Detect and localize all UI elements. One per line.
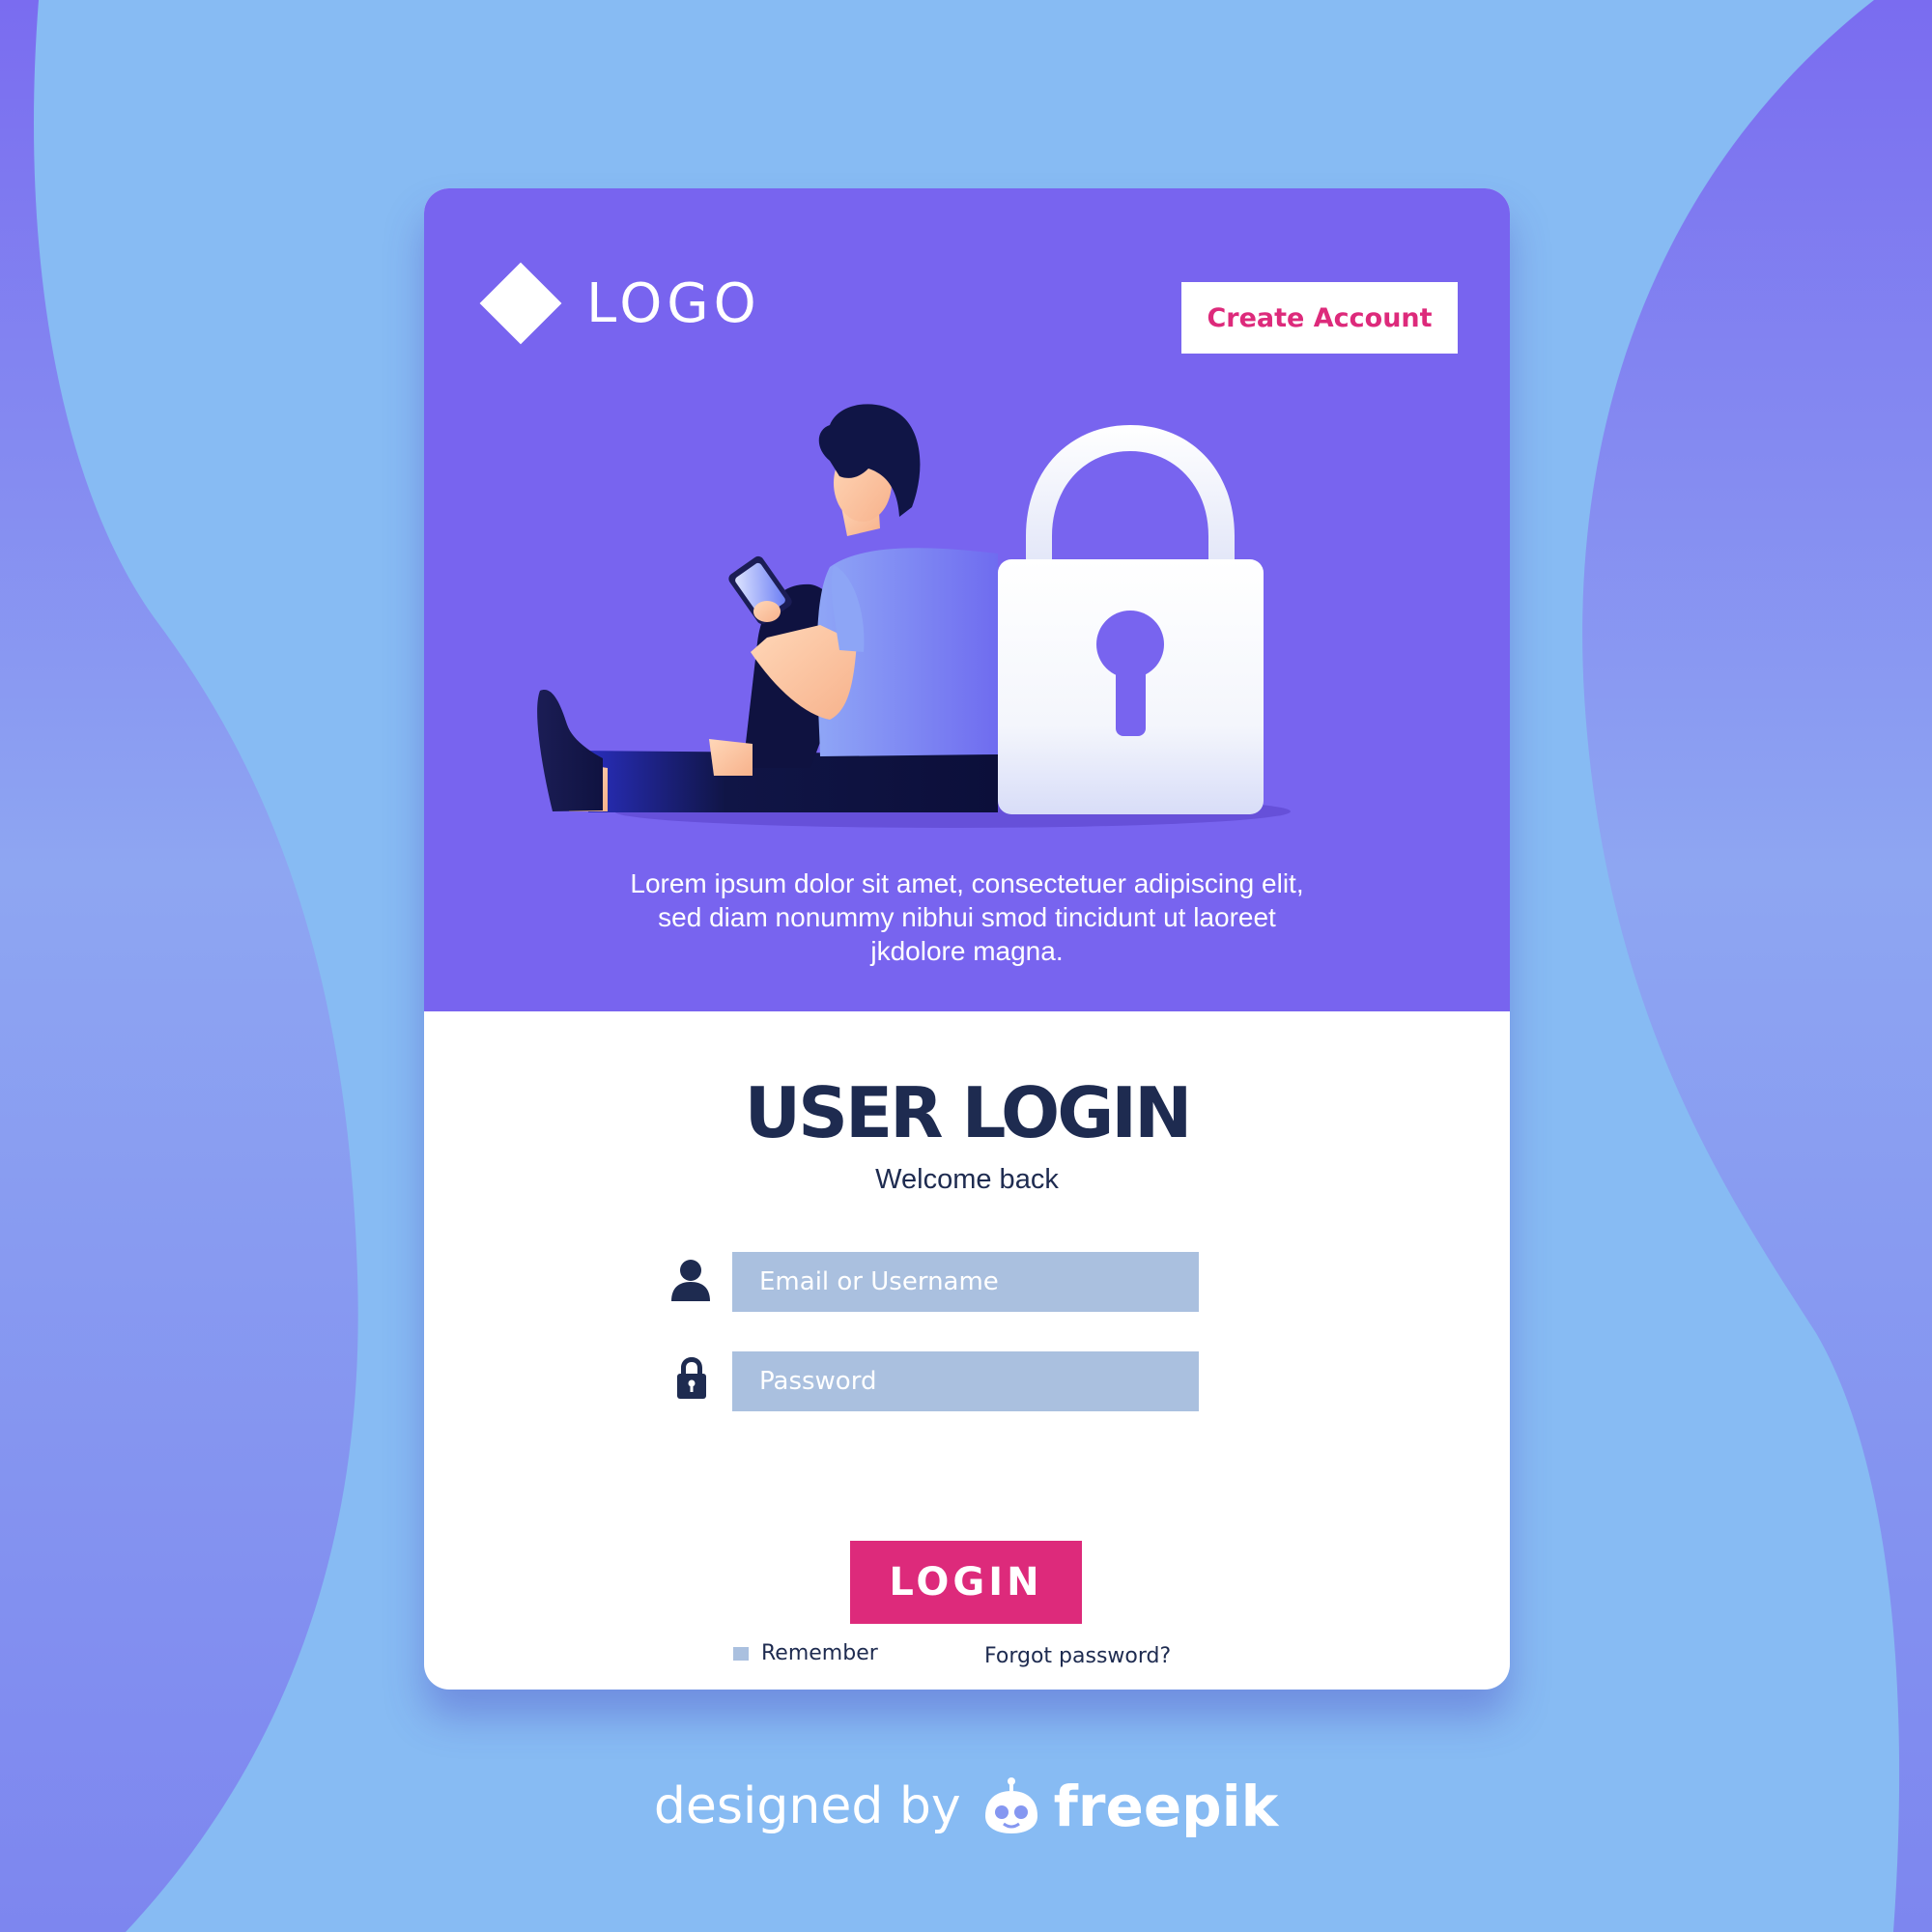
diamond-icon	[479, 262, 562, 345]
user-icon	[671, 1260, 710, 1301]
lock-icon	[677, 1357, 706, 1399]
remember-option[interactable]: Remember	[733, 1641, 878, 1665]
logo-text: LOGO	[586, 271, 761, 335]
forgot-password-link[interactable]: Forgot password?	[984, 1644, 1171, 1668]
padlock-shackle	[1026, 425, 1235, 567]
credit-prefix: designed by	[653, 1777, 961, 1835]
freepik-logo	[984, 1777, 1037, 1833]
remember-label: Remember	[761, 1641, 878, 1665]
freepik-credit: designed by freepik	[0, 1774, 1932, 1839]
login-card: LOGO Create Account Lorem ipsum dolor si…	[424, 188, 1510, 1690]
credit-brand: freepik	[1053, 1774, 1279, 1839]
page-subtitle: Welcome back	[875, 1164, 1059, 1195]
password-input[interactable]	[732, 1351, 1199, 1411]
logo[interactable]: LOGO	[478, 260, 761, 347]
login-button[interactable]: LOGIN	[850, 1541, 1082, 1624]
email-input[interactable]	[732, 1252, 1199, 1312]
page-title: USER LOGIN	[744, 1072, 1193, 1153]
intro-text: Lorem ipsum dolor sit amet, consectetuer…	[630, 868, 1304, 966]
create-account-button[interactable]: Create Account	[1181, 282, 1458, 354]
card-header: LOGO Create Account Lorem ipsum dolor si…	[424, 188, 1510, 1011]
remember-checkbox[interactable]	[733, 1646, 749, 1661]
